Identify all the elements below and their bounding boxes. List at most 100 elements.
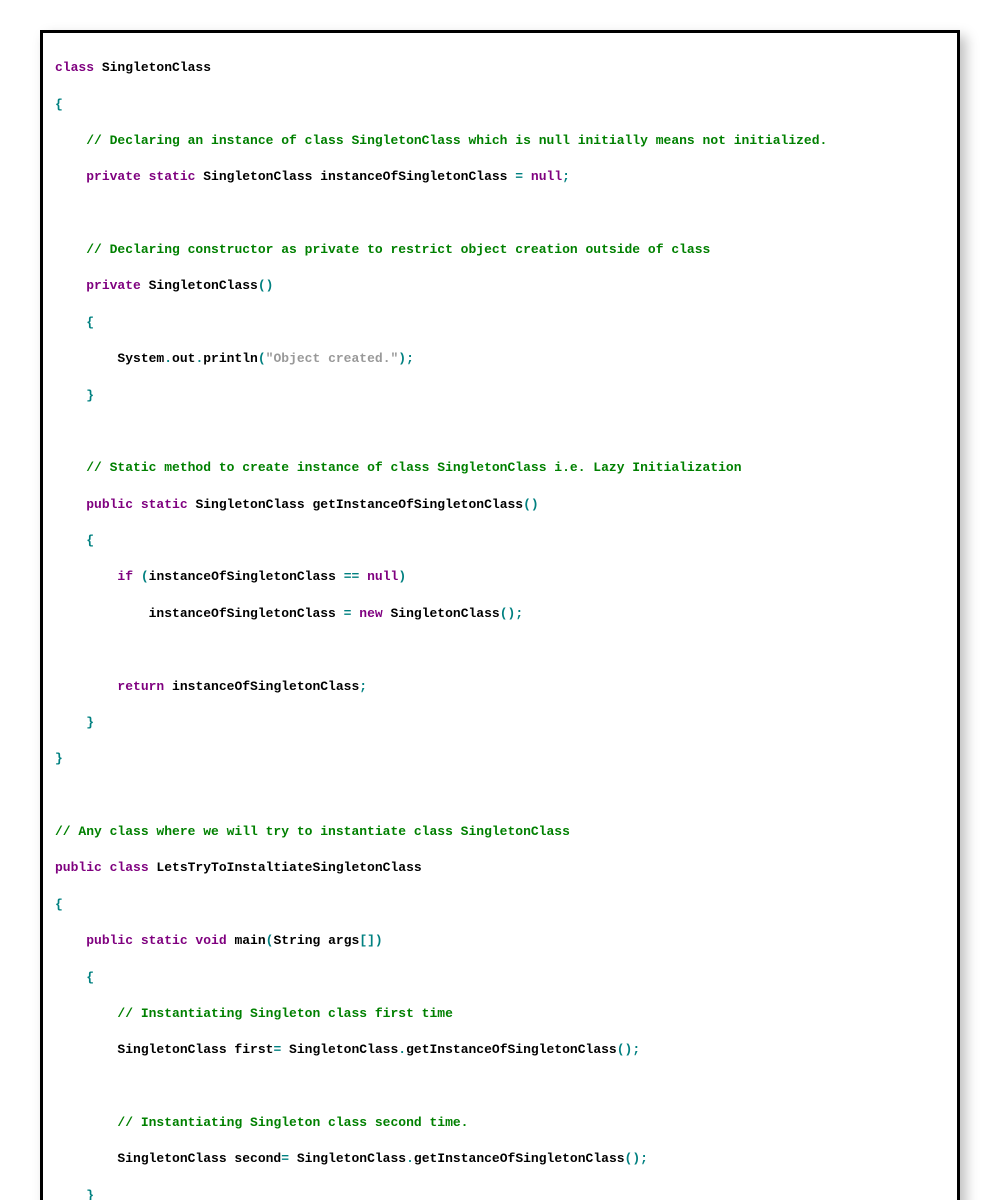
- keyword: return: [117, 679, 164, 694]
- identifier: instanceOfSingletonClass: [149, 569, 344, 584]
- indent: [55, 497, 86, 512]
- identifier: LetsTryToInstaltiateSingletonClass: [149, 860, 422, 875]
- brace: {: [55, 897, 63, 912]
- punct: []): [359, 933, 382, 948]
- indent: [55, 169, 86, 184]
- punct: (): [617, 1042, 633, 1057]
- code-line: // Declaring an instance of class Single…: [55, 132, 945, 150]
- brace: }: [55, 751, 63, 766]
- brace: }: [55, 1188, 94, 1200]
- punct: .: [406, 1151, 414, 1166]
- code-line: private SingletonClass(): [55, 277, 945, 295]
- punct: (: [266, 933, 274, 948]
- code-line: }: [55, 714, 945, 732]
- punct: (): [258, 278, 274, 293]
- code-line: if (instanceOfSingletonClass == null): [55, 568, 945, 586]
- code-line: }: [55, 1187, 945, 1200]
- keyword: if: [117, 569, 133, 584]
- blank-line: [55, 641, 945, 659]
- code-line: }: [55, 387, 945, 405]
- code-line: return instanceOfSingletonClass;: [55, 678, 945, 696]
- comment: // Instantiating Singleton class first t…: [117, 1006, 452, 1021]
- identifier: instanceOfSingletonClass: [55, 606, 344, 621]
- code-line: // Declaring constructor as private to r…: [55, 241, 945, 259]
- punct: .: [398, 1042, 406, 1057]
- identifier: SingletonClass getInstanceOfSingletonCla…: [188, 497, 523, 512]
- code-line: instanceOfSingletonClass = new Singleton…: [55, 605, 945, 623]
- identifier: SingletonClass: [289, 1151, 406, 1166]
- blank-line: [55, 423, 945, 441]
- identifier: getInstanceOfSingletonClass: [414, 1151, 625, 1166]
- comment: // Declaring constructor as private to r…: [86, 242, 710, 257]
- code-line: public class LetsTryToInstaltiateSinglet…: [55, 859, 945, 877]
- punct: ): [398, 351, 406, 366]
- punct: .: [164, 351, 172, 366]
- code-line: public static SingletonClass getInstance…: [55, 496, 945, 514]
- operator: =: [273, 1042, 281, 1057]
- indent: [55, 933, 86, 948]
- brace: {: [55, 315, 94, 330]
- identifier: SingletonClass first: [55, 1042, 273, 1057]
- indent: [55, 278, 86, 293]
- code-line: }: [55, 750, 945, 768]
- code-line: SingletonClass second= SingletonClass.ge…: [55, 1150, 945, 1168]
- blank-line: [55, 1078, 945, 1096]
- code-line: {: [55, 896, 945, 914]
- indent: [55, 242, 86, 257]
- punct: ;: [640, 1151, 648, 1166]
- code-line: System.out.println("Object created.");: [55, 350, 945, 368]
- code-line: // Instantiating Singleton class first t…: [55, 1005, 945, 1023]
- indent: [55, 1115, 117, 1130]
- code-line: // Any class where we will try to instan…: [55, 823, 945, 841]
- punct: (): [523, 497, 539, 512]
- identifier: main: [227, 933, 266, 948]
- identifier: SingletonClass second: [55, 1151, 281, 1166]
- code-line: class SingletonClass: [55, 59, 945, 77]
- comment: // Any class where we will try to instan…: [55, 824, 570, 839]
- keyword: public class: [55, 860, 149, 875]
- indent: [55, 133, 86, 148]
- string-literal: "Object created.": [266, 351, 399, 366]
- indent: [55, 460, 86, 475]
- punct: ): [398, 569, 406, 584]
- code-line: // Instantiating Singleton class second …: [55, 1114, 945, 1132]
- identifier: println: [203, 351, 258, 366]
- indent: [55, 679, 117, 694]
- literal: null: [367, 569, 398, 584]
- punct: ;: [515, 606, 523, 621]
- comment: // Static method to create instance of c…: [86, 460, 741, 475]
- identifier: SingletonClass: [141, 278, 258, 293]
- keyword: class: [55, 60, 94, 75]
- punct: ;: [359, 679, 367, 694]
- comment: // Declaring an instance of class Single…: [86, 133, 827, 148]
- identifier: SingletonClass: [94, 60, 211, 75]
- brace: {: [55, 97, 63, 112]
- code-block: class SingletonClass { // Declaring an i…: [40, 30, 960, 1200]
- keyword: public static void: [86, 933, 226, 948]
- operator: =: [515, 169, 523, 184]
- code-line: {: [55, 96, 945, 114]
- keyword: new: [359, 606, 382, 621]
- literal: null: [531, 169, 562, 184]
- operator: ==: [344, 569, 360, 584]
- identifier: String args: [273, 933, 359, 948]
- blank-line: [55, 205, 945, 223]
- code-line: // Static method to create instance of c…: [55, 459, 945, 477]
- code-line: public static void main(String args[]): [55, 932, 945, 950]
- indent: [55, 569, 117, 584]
- code-line: {: [55, 532, 945, 550]
- identifier: System: [55, 351, 164, 366]
- code-line: SingletonClass first= SingletonClass.get…: [55, 1041, 945, 1059]
- space: [133, 569, 141, 584]
- space: [523, 169, 531, 184]
- identifier: out: [172, 351, 195, 366]
- identifier: SingletonClass: [281, 1042, 398, 1057]
- operator: =: [281, 1151, 289, 1166]
- punct: (): [625, 1151, 641, 1166]
- punct: ;: [632, 1042, 640, 1057]
- brace: }: [55, 388, 94, 403]
- comment: // Instantiating Singleton class second …: [117, 1115, 468, 1130]
- space: [359, 569, 367, 584]
- punct: (: [258, 351, 266, 366]
- keyword: private static: [86, 169, 195, 184]
